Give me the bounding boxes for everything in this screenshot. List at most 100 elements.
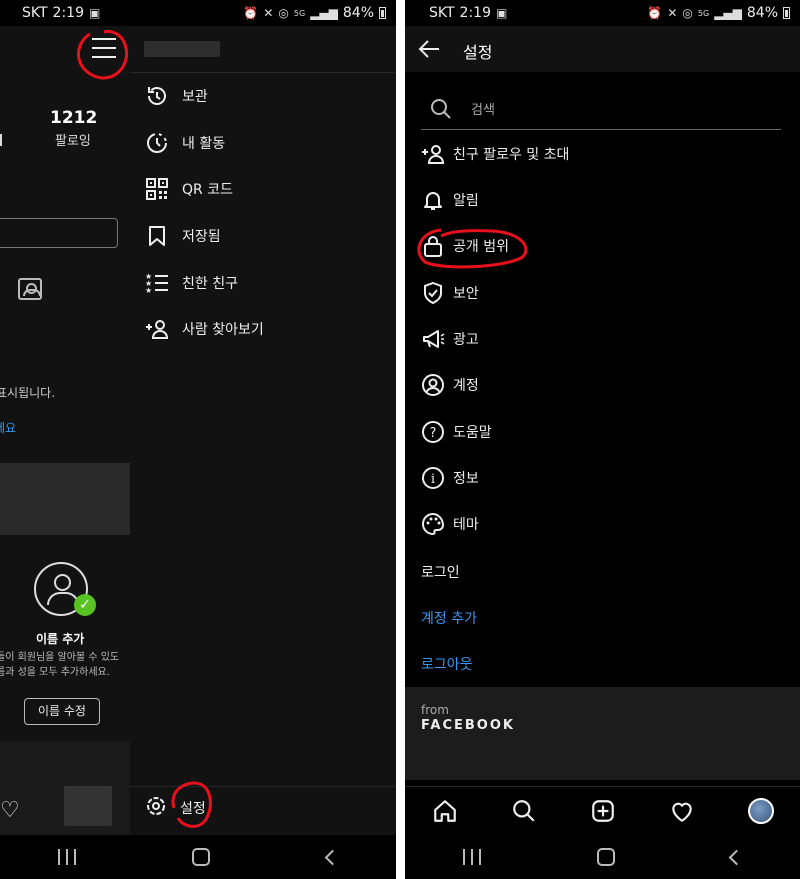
empty-state-link[interactable]: 세요: [0, 419, 16, 436]
drawer-item-label: 내 활동: [182, 136, 226, 152]
tab-search[interactable]: [509, 796, 539, 826]
hotspot-icon: ◎: [278, 6, 289, 20]
settings-item-label: 도움말: [453, 425, 492, 441]
back-icon[interactable]: [324, 849, 341, 865]
settings-item-label: 광고: [453, 332, 479, 348]
network-type-label: 5G: [697, 8, 710, 18]
back-icon[interactable]: [728, 849, 745, 865]
page-title: 설정: [463, 43, 493, 62]
search-input[interactable]: 검색: [421, 88, 781, 130]
divider: [130, 72, 396, 73]
edit-name-button[interactable]: 이름 수정: [24, 698, 100, 725]
drawer-item-label: 친한 친구: [182, 276, 238, 292]
settings-header: 설정: [405, 26, 800, 72]
palette-icon: [421, 512, 445, 536]
status-bar: SKT 2:19 ▣ ⏰ ✕ ◎ 5G ▂▄▆ 84%: [0, 0, 396, 26]
carrier-label: SKT: [22, 5, 48, 21]
home-button-icon[interactable]: [597, 848, 615, 866]
activity-icon: [144, 130, 170, 156]
side-drawer: 보관 내 활동 QR 코드 저장됨 ★ ★ ★ 친한 친구 사람 찾아보기 설정: [130, 26, 396, 835]
status-bar: SKT 2:19 ▣ ⏰ ✕ ◎ 5G ▂▄▆ 84%: [405, 0, 800, 26]
recent-apps-icon[interactable]: [58, 849, 77, 865]
mute-icon: ✕: [667, 6, 678, 20]
search-placeholder: 검색: [471, 103, 495, 118]
signal-icon: ▂▄▆: [310, 6, 338, 20]
settings-item-follow-invite[interactable]: 친구 팔로우 및 초대: [421, 139, 569, 169]
settings-item-label: 정보: [453, 471, 479, 487]
edit-profile-button[interactable]: [0, 218, 118, 248]
add-person-icon: [421, 142, 445, 166]
following-count[interactable]: 1212: [50, 108, 97, 128]
drawer-item-activity[interactable]: 내 활동: [144, 128, 225, 158]
add-account-link[interactable]: 계정 추가: [421, 608, 477, 628]
bell-icon: [421, 188, 445, 212]
carrier-label: SKT: [429, 5, 455, 21]
settings-item-theme[interactable]: 테마: [421, 509, 479, 539]
checkmark-icon: ✓: [74, 594, 96, 616]
settings-item-security[interactable]: 보안: [421, 278, 479, 308]
shield-icon: [421, 281, 445, 305]
back-arrow-icon[interactable]: [417, 37, 441, 61]
settings-item-ads[interactable]: 광고: [421, 324, 479, 354]
drawer-item-qr-code[interactable]: QR 코드: [144, 174, 233, 204]
hotspot-icon: ◎: [682, 6, 693, 20]
qr-code-icon: [144, 176, 170, 202]
suggestion-band: [0, 463, 130, 535]
settings-item-label: 보안: [453, 286, 479, 302]
following-label[interactable]: 팔로잉: [55, 130, 91, 149]
close-friends-icon: ★ ★ ★: [144, 270, 170, 296]
drawer-item-label: 저장됨: [182, 229, 221, 245]
alarm-icon: ⏰: [647, 6, 663, 20]
settings-list: 검색 친구 팔로우 및 초대 알림 공개 범위 보안 광고 계정 ? 도움말 i…: [405, 72, 800, 687]
home-button-icon[interactable]: [192, 848, 211, 866]
tab-profile[interactable]: [746, 796, 776, 826]
drawer-item-label: 사람 찾아보기: [182, 322, 264, 338]
annotation-circle-menu: [77, 30, 129, 80]
drawer-item-label: QR 코드: [182, 182, 233, 198]
right-phone-screen: SKT 2:19 ▣ ⏰ ✕ ◎ 5G ▂▄▆ 84% 설정 검색 친구 팔로우…: [405, 0, 800, 879]
battery-percent: 84%: [342, 5, 374, 21]
tab-activity[interactable]: [667, 796, 697, 826]
svg-text:?: ?: [430, 426, 437, 441]
clock: 2:19: [52, 5, 84, 21]
settings-item-notifications[interactable]: 알림: [421, 185, 479, 215]
settings-item-label: 계정: [453, 378, 479, 394]
clock: 2:19: [459, 5, 491, 21]
gallery-icon: ▣: [496, 6, 508, 20]
search-icon: [512, 800, 535, 822]
heart-icon: [671, 802, 692, 823]
settings-item-about[interactable]: i 정보: [421, 463, 479, 493]
settings-item-label: 테마: [453, 517, 479, 533]
name-card-desc-2: 름과 성을 모두 추가하세요.: [0, 667, 110, 678]
battery-icon: [379, 7, 386, 19]
mute-icon: ✕: [263, 6, 274, 20]
tab-home[interactable]: [430, 796, 460, 826]
blurred-thumbnail: [64, 786, 112, 826]
add-person-icon: [144, 316, 170, 342]
drawer-item-saved[interactable]: 저장됨: [144, 221, 221, 251]
info-icon: i: [421, 466, 445, 490]
drawer-item-archive[interactable]: 보관: [144, 81, 208, 111]
archive-icon: [144, 83, 170, 109]
logout-link[interactable]: 로그아웃: [421, 654, 473, 674]
empty-state-text: 표시됩니다.: [0, 386, 56, 400]
from-facebook-footer: from FACEBOOK: [405, 687, 800, 780]
settings-item-help[interactable]: ? 도움말: [421, 417, 492, 447]
tagged-photos-icon[interactable]: [18, 278, 42, 300]
posts-count-edge: [0, 134, 2, 146]
name-card-desc-1: 들이 회원님을 알아볼 수 있도: [0, 652, 120, 663]
recent-apps-icon[interactable]: [463, 849, 481, 865]
drawer-item-close-friends[interactable]: ★ ★ ★ 친한 친구: [144, 268, 238, 298]
search-icon: [431, 98, 451, 119]
drawer-item-discover-people[interactable]: 사람 찾아보기: [144, 314, 264, 344]
signal-icon: ▂▄▆: [714, 6, 742, 20]
drawer-item-label: 보관: [182, 89, 208, 105]
name-card-title: 이름 추가: [36, 632, 85, 646]
battery-icon: [783, 7, 790, 19]
tab-new-post[interactable]: [588, 796, 618, 826]
facebook-label: FACEBOOK: [421, 718, 515, 733]
heart-icon[interactable]: ♡: [0, 798, 20, 823]
left-phone-screen: SKT 2:19 ▣ ⏰ ✕ ◎ 5G ▂▄▆ 84% 1212 팔로잉 표시됩…: [0, 0, 396, 879]
settings-item-account[interactable]: 계정: [421, 370, 479, 400]
system-nav-bar: [405, 835, 800, 879]
